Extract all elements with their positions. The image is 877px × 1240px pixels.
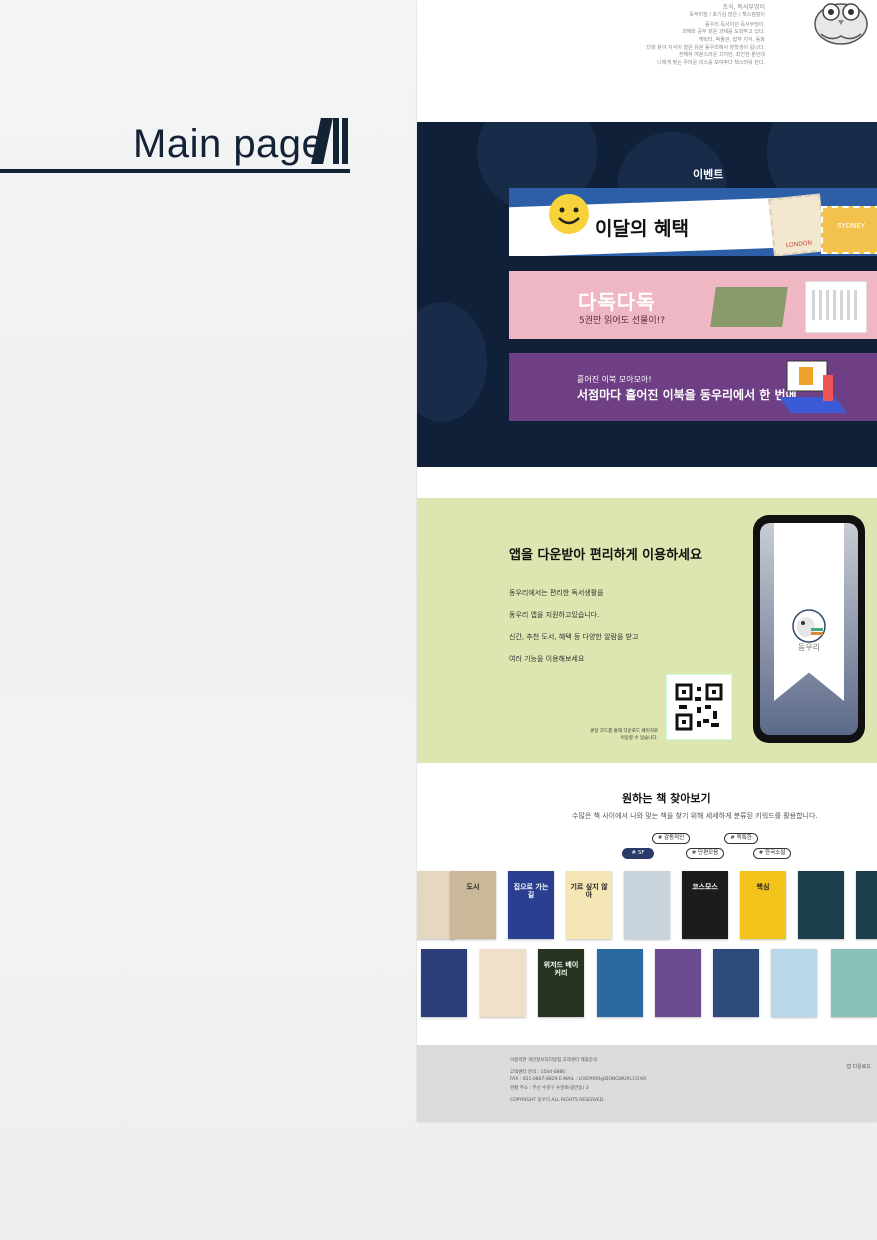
book-cover[interactable]	[624, 871, 670, 939]
banner2-subtitle: 5권만 읽어도 선물이!?	[579, 316, 666, 326]
intro-line: 조식, 독서부엉이	[722, 4, 765, 11]
book-bar-icon	[333, 118, 339, 164]
book-search-section: 원하는 책 찾아보기 수많은 책 사이에서 나와 맞는 책을 찾기 위해 세세하…	[417, 765, 877, 1045]
phone-screen: 동우리	[760, 523, 858, 735]
book-bar-icon	[342, 118, 348, 164]
book-cover[interactable]: 도시	[450, 871, 496, 939]
keyword-chip[interactable]: # 한국소설	[753, 848, 791, 859]
book-cover[interactable]	[421, 949, 467, 1017]
books-subheading: 수많은 책 사이에서 나와 맞는 책을 찾기 위해 세세하게 분류된 키워드를 …	[572, 812, 818, 820]
qr-caption: 큐알 코드를 통해 다운로드 페이지로 이동할 수 있습니다.	[590, 729, 658, 741]
books-heading: 원하는 책 찾아보기	[622, 792, 711, 805]
book-cover-title: 기르 싶지 않아	[570, 883, 608, 899]
footer-address: 현황 주소 : 부산 수영구 수영로(광안동) 3	[510, 1086, 589, 1091]
footer-contact: FAX : 051-0807-8829 E-MAIL : LIVEPRRR@DO…	[510, 1077, 647, 1082]
book-cover[interactable]: 코스모스	[682, 871, 728, 939]
laptop-icon	[779, 360, 847, 413]
intro-line: 캐릭터, 박물관, 잡부 지식, 동화	[698, 37, 765, 43]
book-cover-title: 코스모스	[692, 883, 718, 891]
intro-line: 나에게 맞는 우머운 미스를 보여주다 책스러워 한다.	[657, 60, 765, 66]
phone-mockup: 동우리	[753, 515, 865, 743]
book-cover-title: 위저드 베이커리	[543, 961, 579, 977]
app-description: 여러 기능을 이용해보세요	[509, 655, 585, 663]
intro-line: 전해져 여분스러운 끄지만, 최진한 분인데	[678, 52, 765, 58]
bg-blob	[417, 302, 487, 422]
photo-card-icon	[710, 287, 788, 327]
events-section: 이벤트 이달의 혜택 LONDON SYDNEY 다독다독 5권만 읽어도 선물…	[417, 122, 877, 467]
book-cover[interactable]	[655, 949, 701, 1017]
intro-line: 독부리잠 / 호기심 많은 / 책스컴덩이	[689, 12, 765, 18]
book-cover[interactable]: 위저드 베이커리	[538, 949, 584, 1017]
intro-line: 다양 분야 지식이 많은 유분 동우리에서 장학생이 됩니다.	[646, 45, 765, 51]
book-cover[interactable]: 집으로 가는 길	[508, 871, 554, 939]
owl-mascot-icon	[814, 3, 868, 45]
qr-code-icon	[675, 683, 723, 731]
footer-app-download[interactable]: 앱 다운로드	[846, 1063, 871, 1070]
book-cover[interactable]: 핵심	[740, 871, 786, 939]
book-cover-title: 도시	[466, 883, 480, 891]
qr-code[interactable]	[666, 674, 732, 740]
app-description: 동우리 앱을 지원하고있습니다.	[509, 611, 600, 619]
app-heading: 앱을 다운받아 편리하게 이용하세요	[509, 548, 702, 563]
book-cover[interactable]	[831, 949, 877, 1017]
book-cover[interactable]	[798, 871, 844, 939]
owl-logo-icon	[792, 609, 826, 643]
smiley-icon	[549, 194, 589, 234]
event-banner-dadok[interactable]: 다독다독 5권만 읽어도 선물이!?	[509, 271, 877, 339]
footer: 이용약관 개인정보처리방침 고객센터 제휴문의 고객센터 문의 : 1544-0…	[417, 1045, 877, 1122]
keyword-chip-active[interactable]: # SF	[622, 848, 654, 859]
book-cover[interactable]: 기르 싶지 않아	[566, 871, 612, 939]
book-cover[interactable]	[713, 949, 759, 1017]
stamp-icon: LONDON	[768, 193, 826, 256]
book-cover[interactable]	[856, 871, 877, 939]
book-cover-title: 집으로 가는 길	[513, 883, 549, 899]
keyword-chip[interactable]: # 단편모음	[686, 848, 724, 859]
footer-links[interactable]: 이용약관 개인정보처리방침 고객센터 제휴문의	[510, 1057, 597, 1063]
title-underline	[0, 169, 350, 173]
intro-line: 과제와 공부 같은 과제를 도와주고 있다.	[681, 29, 765, 35]
book-cover[interactable]	[771, 949, 817, 1017]
banner3-line1: 흩어진 이북 모아모아!	[577, 375, 652, 384]
page-title: Main page	[133, 122, 325, 166]
event-banner-ebook[interactable]: 흩어진 이북 모아모아! 서점마다 흩어진 이북을 동우리에서 한 번에	[509, 353, 877, 421]
site-mockup: 조식, 독서부엉이 독부리잠 / 호기심 많은 / 책스컴덩이 동우리 독서이던…	[417, 0, 877, 1122]
book-cover[interactable]	[480, 949, 526, 1017]
app-download-section: 앱을 다운받아 편리하게 이용하세요 동우리에서는 편리한 독서생활을 동우리 …	[417, 498, 877, 763]
stamp-icon: SYDNEY	[821, 206, 877, 254]
banner3-line2: 서점마다 흩어진 이북을 동우리에서 한 번에	[577, 388, 797, 402]
calendar-icon	[805, 281, 867, 333]
footer-copyright: COPYRIGHT 동우리 ALL RIGHTS RESERVED.	[510, 1098, 605, 1103]
footer-contact: 고객센터 문의 : 1544-0880	[510, 1070, 566, 1075]
app-brand: 동우리	[797, 643, 821, 652]
book-cover-title: 핵심	[756, 883, 770, 891]
book-cover[interactable]	[597, 949, 643, 1017]
keyword-chip[interactable]: # 감동적인	[652, 833, 690, 844]
event-banner-monthly[interactable]: 이달의 혜택 LONDON SYDNEY	[509, 188, 877, 256]
banner1-label: 이달의 혜택	[595, 218, 690, 240]
intro-line: 동우리 독서이던 독서부엉이.	[705, 22, 765, 28]
events-title: 이벤트	[693, 168, 724, 181]
app-description: 신간, 추천 도서, 혜택 등 다양한 알람을 받고	[509, 633, 639, 641]
app-description: 동우리에서는 편리한 독서생활을	[509, 589, 604, 597]
banner2-title: 다독다독	[578, 290, 656, 314]
keyword-chip[interactable]: # 독특한	[724, 833, 758, 844]
